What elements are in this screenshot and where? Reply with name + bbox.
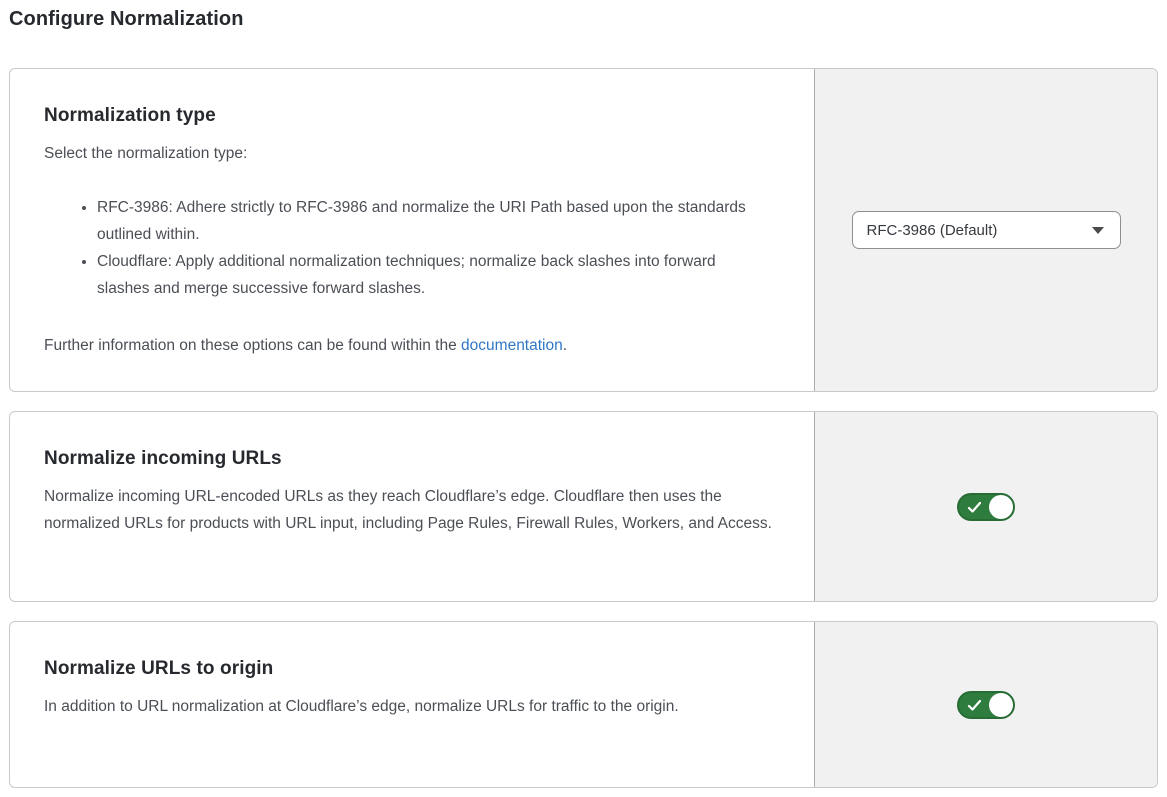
- normalize-urls-to-origin-content: Normalize URLs to origin In addition to …: [10, 622, 814, 787]
- bullet-cloudflare: Cloudflare: Apply additional normalizati…: [97, 248, 772, 302]
- footer-suffix: .: [563, 337, 567, 354]
- normalize-urls-to-origin-description: In addition to URL normalization at Clou…: [44, 693, 772, 720]
- normalization-type-aside: RFC-3986 (Default): [814, 69, 1157, 391]
- bullet-rfc-3986: RFC-3986: Adhere strictly to RFC-3986 an…: [97, 194, 772, 248]
- check-icon: [967, 501, 982, 514]
- footer-prefix: Further information on these options can…: [44, 337, 461, 354]
- normalize-incoming-urls-card: Normalize incoming URLs Normalize incomi…: [9, 411, 1158, 602]
- normalize-incoming-urls-content: Normalize incoming URLs Normalize incomi…: [10, 412, 814, 601]
- normalize-urls-to-origin-aside: [814, 622, 1157, 787]
- further-information-text: Further information on these options can…: [44, 332, 774, 359]
- normalization-type-intro: Select the normalization type:: [44, 140, 772, 167]
- normalize-urls-to-origin-card: Normalize URLs to origin In addition to …: [9, 621, 1158, 788]
- check-icon: [967, 699, 982, 712]
- normalize-incoming-urls-heading: Normalize incoming URLs: [44, 448, 774, 470]
- normalization-type-select[interactable]: RFC-3986 (Default): [852, 211, 1121, 249]
- toggle-knob: [989, 693, 1013, 717]
- normalization-type-options-list: RFC-3986: Adhere strictly to RFC-3986 an…: [44, 194, 772, 302]
- normalization-type-heading: Normalization type: [44, 105, 774, 127]
- chevron-down-icon: [1092, 227, 1104, 234]
- normalize-incoming-urls-aside: [814, 412, 1157, 601]
- normalize-incoming-urls-toggle[interactable]: [957, 493, 1015, 521]
- documentation-link[interactable]: documentation: [461, 337, 563, 354]
- normalization-type-select-value: RFC-3986 (Default): [867, 222, 998, 239]
- normalize-urls-to-origin-toggle[interactable]: [957, 691, 1015, 719]
- normalization-type-content: Normalization type Select the normalizat…: [10, 69, 814, 391]
- normalization-type-card: Normalization type Select the normalizat…: [9, 68, 1158, 392]
- normalize-urls-to-origin-heading: Normalize URLs to origin: [44, 658, 774, 680]
- normalize-incoming-urls-description: Normalize incoming URL-encoded URLs as t…: [44, 483, 772, 537]
- toggle-knob: [989, 495, 1013, 519]
- page-title: Configure Normalization: [9, 8, 1158, 31]
